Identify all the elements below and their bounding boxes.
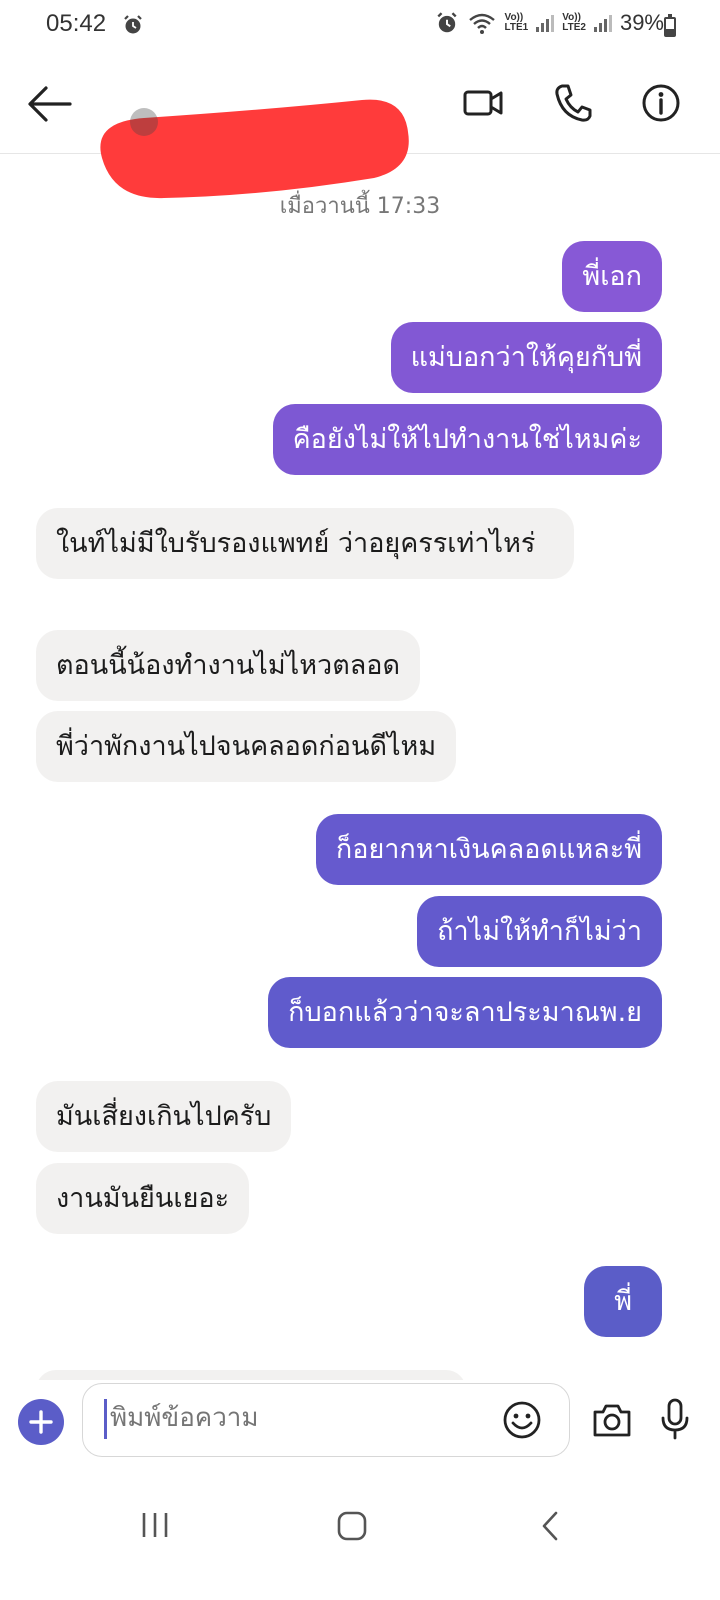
incoming-message[interactable]: มันเสี่ยงเกินไปครับ [36,1081,292,1152]
incoming-message[interactable]: ในท์ไม่มีใบรับรองแพทย์ ว่าอยุครรเท่าไหร่ [36,508,574,579]
chat-timestamp: เมื่อวานนี้ 17:33 [279,194,441,219]
alarm-icon [124,15,142,34]
outgoing-message[interactable]: คือยังไม่ให้ไปทำงานใช่ไหมค่ะ [272,404,662,475]
system-nav-bar [0,1480,720,1600]
outgoing-message[interactable]: ก็อยากหาเงินคลอดแหละพี่ [315,814,662,885]
status-bar: 05:42 Vo)) LTE1 Vo)) LTE2 39% [0,0,720,52]
message-composer [0,1380,720,1480]
incoming-message-partial[interactable] [36,1370,466,1380]
incoming-message[interactable]: พี่ว่าพักงานไปจนคลอดก่อนดีไหม [36,711,457,782]
back-icon[interactable] [540,1510,560,1542]
home-icon[interactable] [336,1510,368,1542]
plus-icon[interactable] [18,1399,64,1445]
outgoing-message[interactable]: พี่ [584,1266,662,1337]
status-icons: Vo)) LTE1 Vo)) LTE2 39% [435,10,664,36]
chat-header [0,52,720,199]
sim1-label: Vo)) LTE1 [505,13,529,33]
lte2-label: LTE2 [562,22,586,33]
video-call-icon[interactable] [462,82,504,124]
battery-fill [666,28,674,35]
outgoing-message[interactable]: แม่บอกว่าให้คุยกับพี่ [390,322,662,393]
camera-icon[interactable] [592,1402,632,1438]
alarm-icon [436,12,457,33]
message-list[interactable]: เมื่อวานนี้ 17:33 พี่เอก แม่บอกว่าให้คุย… [0,155,720,1380]
lte1-label: LTE1 [504,22,529,33]
status-time: 05:42 [46,10,107,37]
message-input[interactable] [110,1403,490,1433]
outgoing-message[interactable]: ก็บอกแล้วว่าจะลาประมาณพ.ย [268,977,662,1048]
text-caret [104,1399,107,1439]
plus-glyph [29,1410,53,1434]
battery-icon [664,14,676,37]
recents-icon[interactable] [140,1510,170,1540]
back-arrow-icon[interactable] [26,82,74,126]
sim2-label: Vo)) LTE2 [562,13,586,33]
signal-icon [593,14,612,32]
incoming-message[interactable]: งานมันยืนเยอะ [36,1163,250,1234]
battery-percent: 39% [619,10,664,35]
outgoing-message[interactable]: ถ้าไม่ให้ทำก็ไม่ว่า [417,896,662,967]
microphone-icon[interactable] [660,1398,690,1440]
signal-icon [536,14,555,32]
phone-icon[interactable] [552,82,594,124]
emoji-icon[interactable] [502,1400,542,1440]
wifi-icon [468,13,495,34]
outgoing-message[interactable]: พี่เอก [562,241,662,312]
info-icon[interactable] [640,82,682,124]
incoming-message[interactable]: ตอนนี้น้องทำงานไม่ไหวตลอด [36,630,421,701]
